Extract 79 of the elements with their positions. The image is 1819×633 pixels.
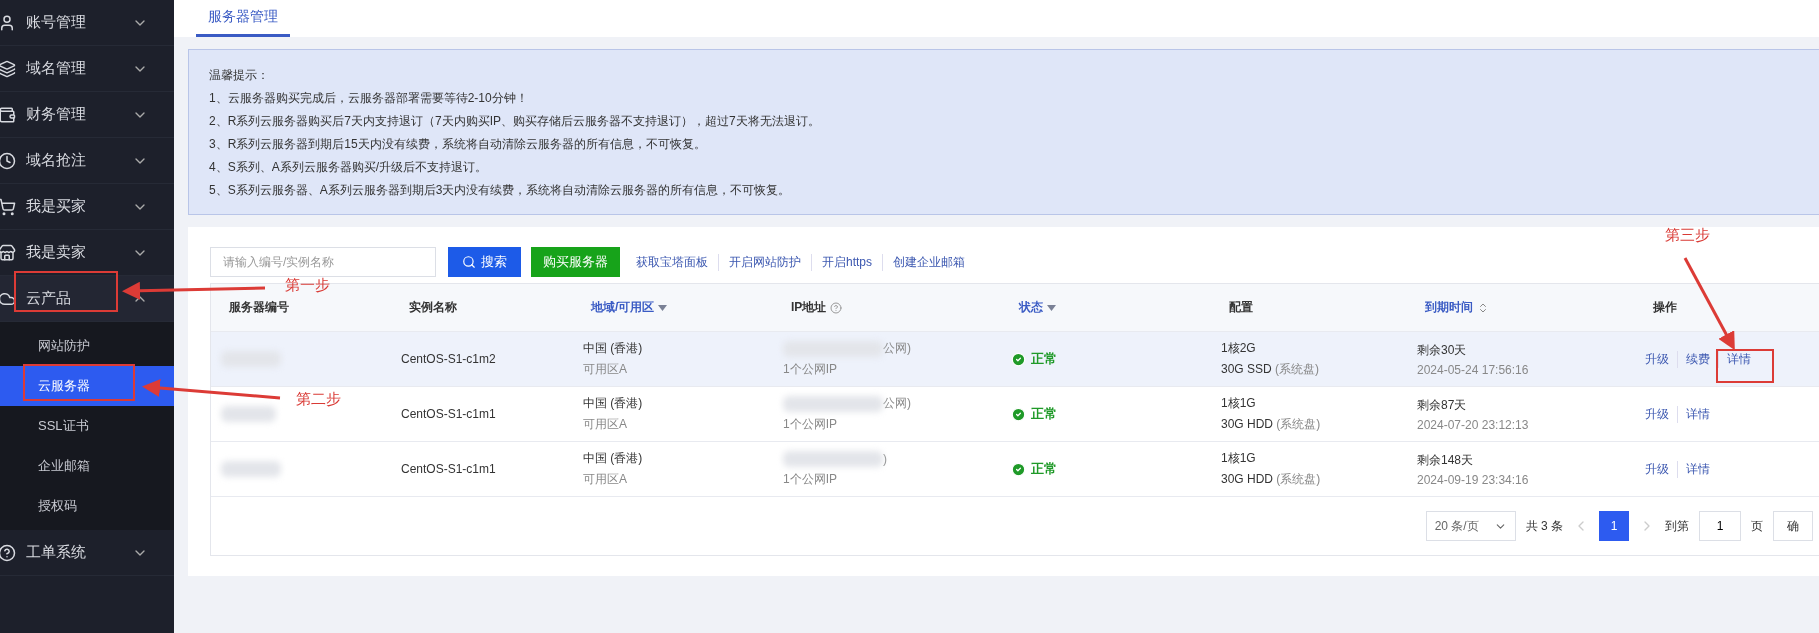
ip-text: ): [883, 451, 887, 466]
remaining-text: 剩余30天: [1417, 341, 1468, 359]
ip-count: 1个公网IP: [783, 470, 838, 488]
sidebar-item[interactable]: 工单系统: [0, 530, 174, 576]
ip-text: 公网): [883, 340, 911, 357]
sidebar-subitem[interactable]: SSL证书: [0, 406, 174, 446]
notice-line: 2、R系列云服务器购买后7天内支持退订（7天内购买IP、购买存储后云服务器不支持退订），超过7天将无法退订。: [209, 113, 821, 130]
tab[interactable]: 服务器管理: [196, 0, 290, 37]
config-text: 1核2G: [1221, 340, 1257, 357]
sidebar-item[interactable]: 域名抢注: [0, 138, 174, 184]
column-header[interactable]: 到期时间: [1425, 299, 1473, 316]
notice-line: 4、S系列、A系列云服务器购买/升级后不支持退订。: [209, 159, 488, 176]
step-label: 第一步: [285, 276, 330, 295]
action-link[interactable]: 详情: [1677, 460, 1718, 478]
disk-text: 30G SSD (系统盘): [1221, 361, 1321, 378]
sidebar-item[interactable]: 云产品: [0, 276, 174, 322]
expiry-time: 2024-09-19 23:34:16: [1417, 472, 1530, 487]
sidebar-subitem[interactable]: 授权码: [0, 486, 174, 526]
ip-count: 1个公网IP: [783, 416, 838, 433]
notice-line: 1、云服务器购买完成后，云服务器部署需要等待2-10分钟！: [209, 90, 529, 107]
total-count: 共 3 条: [1525, 517, 1563, 535]
expiry-time: 2024-07-20 23:12:13: [1417, 417, 1530, 432]
notice-line: 3、R系列云服务器到期后15天内没有续费，系统将自动清除云服务器的所有信息，不可恢复。: [209, 136, 707, 153]
status-text: 正常: [1031, 460, 1057, 478]
region-text: 中国 (香港): [583, 450, 644, 467]
action-link[interactable]: 详情: [1718, 350, 1759, 368]
remaining-text: 剩余148天: [1417, 451, 1475, 469]
ip-text: 公网): [883, 395, 911, 412]
sidebar-subitem[interactable]: 网站防护: [0, 326, 174, 366]
action-link[interactable]: 升级: [1645, 350, 1677, 368]
toolbar-link[interactable]: 开启网站防护: [718, 253, 811, 271]
instance-name: CentOS-S1-c1m1: [401, 462, 497, 476]
notice-line: 5、S系列云服务器、A系列云服务器到期后3天内没有续费，系统将自动清除云服务器的所有信息，不可恢复。: [209, 182, 792, 199]
instance-name: CentOS-S1-c1m2: [401, 352, 497, 366]
instance-name: CentOS-S1-c1m1: [401, 407, 497, 421]
zone-text: 可用区A: [583, 471, 628, 488]
status-text: 正常: [1031, 405, 1057, 423]
page-unit: 页: [1751, 517, 1763, 535]
expiry-time: 2024-05-24 17:56:16: [1417, 362, 1530, 377]
toolbar-link[interactable]: 获取宝塔面板: [632, 253, 718, 271]
status-text: 正常: [1031, 350, 1057, 368]
column-header: 配置: [1229, 299, 1253, 316]
column-header: 实例名称: [409, 299, 457, 316]
sidebar-item[interactable]: 财务管理: [0, 92, 174, 138]
step-label: 第二步: [296, 390, 341, 409]
sidebar-subitem[interactable]: 云服务器: [0, 366, 174, 406]
ip-count: 1个公网IP: [783, 361, 838, 378]
config-text: 1核1G: [1221, 395, 1257, 412]
toolbar-link[interactable]: 创建企业邮箱: [882, 253, 975, 271]
search-button[interactable]: 搜索: [448, 247, 521, 277]
column-header: 服务器编号: [229, 299, 289, 316]
column-header: IP地址: [791, 299, 827, 316]
sidebar-item[interactable]: 域名管理: [0, 46, 174, 92]
sidebar-subitem[interactable]: 企业邮箱: [0, 446, 174, 486]
action-link[interactable]: 升级: [1645, 405, 1677, 423]
page-size-select[interactable]: 20 条/页: [1425, 511, 1516, 541]
column-header[interactable]: 状态: [1019, 299, 1043, 316]
column-header: 操作: [1653, 299, 1677, 316]
region-text: 中国 (香港): [583, 340, 644, 357]
zone-text: 可用区A: [583, 361, 628, 378]
action-link[interactable]: 续费: [1677, 350, 1718, 368]
page-button[interactable]: 1: [1599, 511, 1629, 541]
config-text: 1核1G: [1221, 450, 1257, 467]
disk-text: 30G HDD (系统盘): [1221, 471, 1322, 488]
column-header[interactable]: 地域/可用区: [591, 299, 655, 316]
disk-text: 30G HDD (系统盘): [1221, 416, 1322, 433]
search-field[interactable]: 请输入编号/实例名称: [210, 247, 436, 277]
confirm-button[interactable]: 确: [1773, 511, 1813, 541]
sidebar-item[interactable]: 我是买家: [0, 184, 174, 230]
toolbar-link[interactable]: 开启https: [811, 253, 882, 271]
remaining-text: 剩余87天: [1417, 396, 1468, 414]
goto-label: 到第: [1665, 517, 1689, 535]
notice-title: 温馨提示：: [209, 67, 270, 84]
page-input[interactable]: 1: [1699, 511, 1741, 541]
zone-text: 可用区A: [583, 416, 628, 433]
action-link[interactable]: 升级: [1645, 460, 1677, 478]
step-label: 第三步: [1665, 226, 1710, 245]
action-link[interactable]: 详情: [1677, 405, 1718, 423]
region-text: 中国 (香港): [583, 395, 644, 412]
